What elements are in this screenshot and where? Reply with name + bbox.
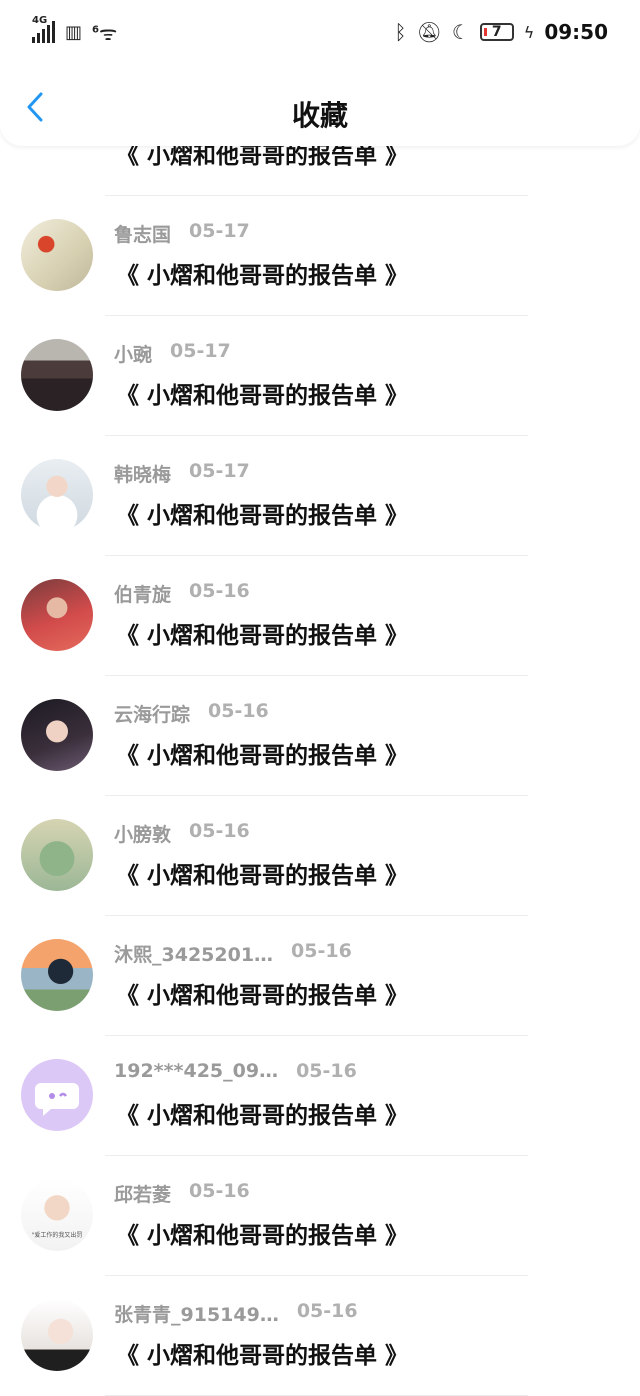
author-name[interactable]: 张青青_915149… bbox=[114, 1300, 279, 1327]
list-item[interactable]: 韩晓梅 05-17 《 小熠和他哥哥的报告单 》 bbox=[0, 436, 640, 556]
item-meta: 伯青旋 05-16 bbox=[114, 580, 250, 607]
favorites-list: 《 小熠和他哥哥的报告单 》鲁志国 05-17 《 小熠和他哥哥的报告单 》小豌 05… bbox=[0, 36, 640, 1396]
item-meta: 云海行踪 05-16 bbox=[114, 700, 269, 727]
list-item[interactable]: 云海行踪 05-16 《 小熠和他哥哥的报告单 》 bbox=[0, 676, 640, 796]
list-item[interactable]: 鲁志国 05-17 《 小熠和他哥哥的报告单 》 bbox=[0, 196, 640, 316]
author-name[interactable]: 小膀敦 bbox=[114, 820, 171, 847]
date: 05-16 bbox=[296, 1060, 357, 1082]
author-name[interactable]: 沐熙_3425201… bbox=[114, 940, 273, 967]
item-title[interactable]: 《 小熠和他哥哥的报告单 》 bbox=[116, 256, 408, 290]
avatar[interactable] bbox=[21, 1299, 93, 1371]
date: 05-17 bbox=[189, 220, 250, 242]
list-item[interactable]: 小豌 05-17 《 小熠和他哥哥的报告单 》 bbox=[0, 316, 640, 436]
charging-icon: ϟ bbox=[523, 22, 535, 42]
chat-bubble-icon bbox=[35, 1083, 79, 1116]
wifi-label: 6 bbox=[92, 23, 99, 35]
avatar[interactable] bbox=[21, 339, 93, 411]
avatar[interactable] bbox=[21, 939, 93, 1011]
nav-header: 收藏 bbox=[0, 64, 640, 146]
date: 05-17 bbox=[170, 340, 231, 362]
status-bar-right: ᛒ 🔕︎ ☾ 7 ϟ 09:50 bbox=[394, 20, 608, 44]
item-title[interactable]: 《 小熠和他哥哥的报告单 》 bbox=[116, 736, 408, 770]
item-title[interactable]: 《 小熠和他哥哥的报告单 》 bbox=[116, 1216, 408, 1250]
sim-icon: ▥ bbox=[65, 21, 83, 43]
item-title[interactable]: 《 小熠和他哥哥的报告单 》 bbox=[116, 376, 408, 410]
mute-icon: 🔕︎ bbox=[416, 20, 442, 44]
list-item[interactable]: 沐熙_3425201… 05-16 《 小熠和他哥哥的报告单 》 bbox=[0, 916, 640, 1036]
author-name[interactable]: 邱若菱 bbox=[114, 1180, 171, 1207]
status-bar-left: 4G ▥ 6ᯤ bbox=[32, 15, 118, 46]
item-title[interactable]: 《 小熠和他哥哥的报告单 》 bbox=[116, 496, 408, 530]
item-meta: 邱若菱 05-16 bbox=[114, 1180, 250, 1207]
status-bar: 4G ▥ 6ᯤ ᛒ 🔕︎ ☾ 7 ϟ 09:50 bbox=[0, 0, 640, 64]
author-name[interactable]: 小豌 bbox=[114, 340, 152, 367]
author-name[interactable]: 192***425_09… bbox=[114, 1060, 278, 1082]
avatar[interactable] bbox=[21, 1059, 93, 1131]
wifi-icon: 6ᯤ bbox=[92, 20, 118, 45]
avatar[interactable] bbox=[21, 219, 93, 291]
item-meta: 192***425_09… 05-16 bbox=[114, 1060, 357, 1082]
page-title: 收藏 bbox=[291, 99, 348, 132]
item-meta: 张青青_915149… 05-16 bbox=[114, 1300, 358, 1327]
item-title[interactable]: 《 小熠和他哥哥的报告单 》 bbox=[116, 856, 408, 890]
clock: 09:50 bbox=[544, 20, 608, 44]
bluetooth-icon: ᛒ bbox=[394, 20, 407, 44]
avatar[interactable] bbox=[21, 699, 93, 771]
moon-icon: ☾ bbox=[451, 20, 470, 44]
avatar[interactable]: "爱工作的我又出罚 bbox=[21, 1179, 93, 1251]
date: 05-16 bbox=[208, 700, 269, 722]
item-title[interactable]: 《 小熠和他哥哥的报告单 》 bbox=[116, 616, 408, 650]
item-meta: 小豌 05-17 bbox=[114, 340, 231, 367]
avatar[interactable] bbox=[21, 459, 93, 531]
author-name[interactable]: 伯青旋 bbox=[114, 580, 171, 607]
author-name[interactable]: 云海行踪 bbox=[114, 700, 190, 727]
avatar-caption: "爱工作的我又出罚 bbox=[31, 1232, 83, 1239]
avatar[interactable] bbox=[21, 819, 93, 891]
list-item[interactable]: 192***425_09… 05-16 《 小熠和他哥哥的报告单 》 bbox=[0, 1036, 640, 1156]
list-item[interactable]: 伯青旋 05-16 《 小熠和他哥哥的报告单 》 bbox=[0, 556, 640, 676]
date: 05-16 bbox=[296, 1300, 358, 1322]
item-title[interactable]: 《 小熠和他哥哥的报告单 》 bbox=[116, 1336, 408, 1370]
network-type: 4G bbox=[32, 15, 48, 26]
author-name[interactable]: 鲁志国 bbox=[114, 220, 171, 247]
item-title[interactable]: 《 小熠和他哥哥的报告单 》 bbox=[116, 1096, 408, 1130]
item-title[interactable]: 《 小熠和他哥哥的报告单 》 bbox=[116, 976, 408, 1010]
date: 05-16 bbox=[189, 580, 250, 602]
date: 05-17 bbox=[189, 460, 250, 482]
item-meta: 韩晓梅 05-17 bbox=[114, 460, 250, 487]
item-meta: 沐熙_3425201… 05-16 bbox=[114, 940, 352, 967]
author-name[interactable]: 韩晓梅 bbox=[114, 460, 171, 487]
date: 05-16 bbox=[189, 820, 250, 842]
list-item[interactable]: "爱工作的我又出罚 邱若菱 05-16 《 小熠和他哥哥的报告单 》 bbox=[0, 1156, 640, 1276]
list-item[interactable]: 张青青_915149… 05-16 《 小熠和他哥哥的报告单 》 bbox=[0, 1276, 640, 1396]
avatar[interactable] bbox=[21, 579, 93, 651]
battery-level: 7 bbox=[491, 24, 502, 40]
date: 05-16 bbox=[189, 1180, 250, 1202]
item-meta: 鲁志国 05-17 bbox=[114, 220, 250, 247]
list-item[interactable]: 小膀敦 05-16 《 小熠和他哥哥的报告单 》 bbox=[0, 796, 640, 916]
battery-icon: 7 bbox=[479, 23, 514, 41]
item-meta: 小膀敦 05-16 bbox=[114, 820, 250, 847]
date: 05-16 bbox=[291, 940, 352, 962]
signal-icon: 4G bbox=[32, 15, 55, 43]
